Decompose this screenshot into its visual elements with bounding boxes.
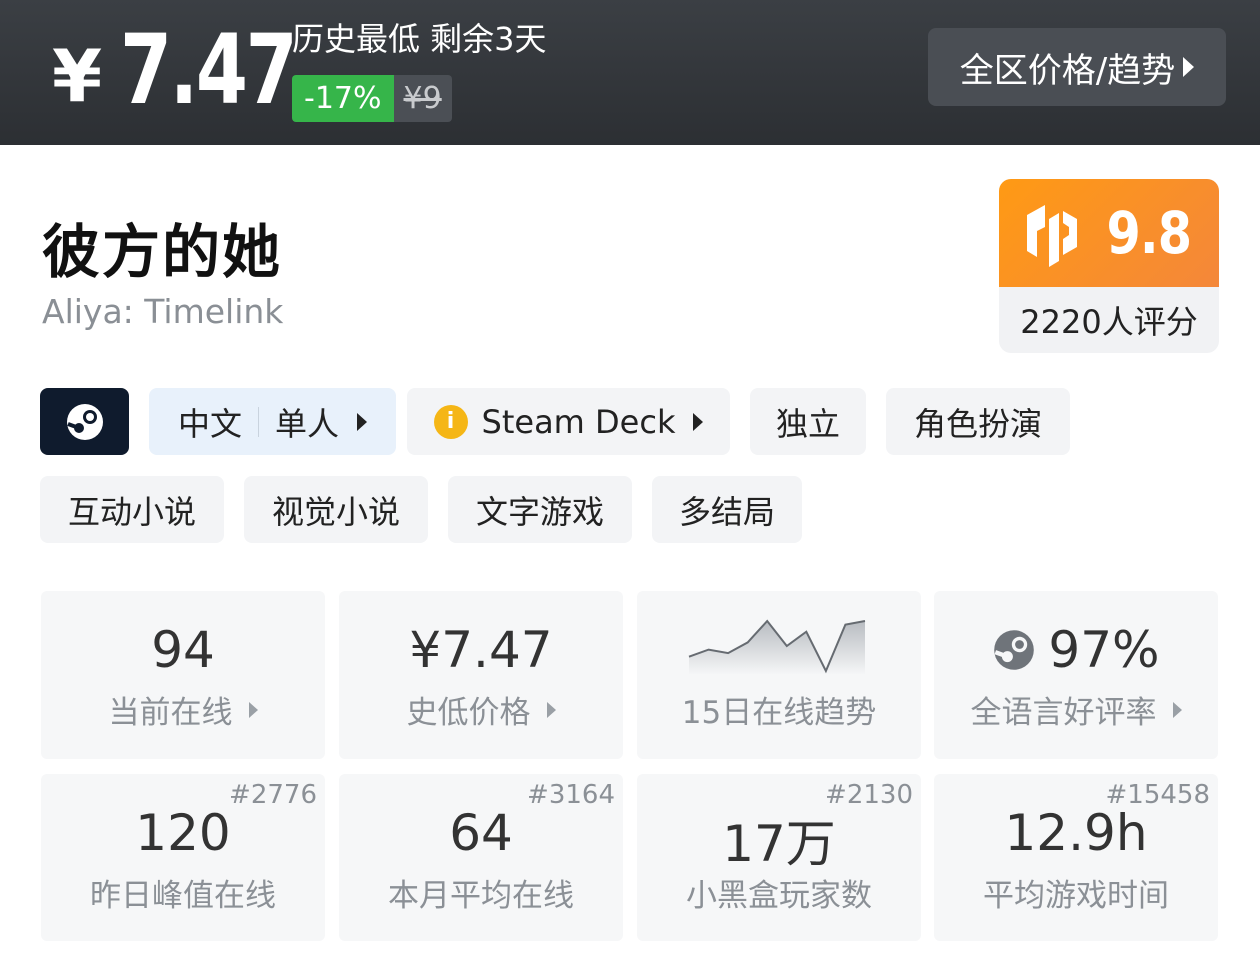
stat-peak-yesterday[interactable]: #2776 120 昨日峰值在线 [41, 774, 325, 941]
language-label: 中文 [177, 404, 242, 443]
game-subtitle: Aliya: Timelink [42, 292, 284, 331]
steam-deck-label: Steam Deck [481, 402, 676, 441]
genre-tag[interactable]: 文字游戏 [448, 476, 632, 543]
stat-label: 本月平均在线 [388, 878, 574, 914]
original-price: ¥9 [393, 75, 452, 122]
stat-label-text: 全语言好评率 [970, 695, 1157, 731]
score-header: 9.8 [999, 179, 1219, 287]
stat-value: ¥7.47 [409, 621, 553, 679]
genre-tag[interactable]: 独立 [750, 388, 866, 455]
genre-tag[interactable]: 视觉小说 [244, 476, 428, 543]
stat-players[interactable]: #2130 17万 小黑盒玩家数 [637, 774, 921, 941]
steam-icon [994, 630, 1035, 670]
stat-value: 97% [1048, 621, 1160, 679]
score-card[interactable]: 9.8 2220人评分 [999, 179, 1219, 353]
divider [258, 406, 259, 437]
language-mode-tag[interactable]: 中文 单人 [149, 388, 396, 455]
arrow-right-icon [357, 412, 368, 431]
stat-current-online[interactable]: 94 当前在线 [41, 591, 325, 759]
stat-label-text: 史低价格 [406, 695, 531, 731]
stat-lowest-price[interactable]: ¥7.47 史低价格 [339, 591, 623, 759]
heybox-logo-icon [1027, 205, 1078, 267]
stat-value: 120 [135, 804, 231, 862]
stat-label: 史低价格 [339, 687, 623, 732]
stat-label: 昨日峰值在线 [90, 878, 276, 914]
steam-platform-tag[interactable] [40, 388, 129, 455]
discount-badge: -17% ¥9 [292, 75, 452, 122]
stat-online-trend[interactable]: 15日在线趋势 [637, 591, 921, 759]
price-value: 7.47 [120, 14, 298, 126]
region-price-button[interactable]: 全区价格/趋势 [928, 28, 1226, 106]
stat-label: 平均游戏时间 [983, 878, 1169, 914]
stat-label-text: 当前在线 [108, 695, 233, 731]
genre-tag[interactable]: 互动小说 [40, 476, 224, 543]
price-currency: ¥ [52, 34, 103, 118]
genre-tag[interactable]: 角色扮演 [886, 388, 1070, 455]
stat-value: 12.9h [1004, 804, 1148, 862]
steam-icon [66, 403, 103, 440]
rating-count: 2220人评分 [1020, 303, 1198, 341]
steam-deck-tag[interactable]: i Steam Deck [407, 388, 730, 455]
stat-monthly-avg[interactable]: #3164 64 本月平均在线 [339, 774, 623, 941]
arrow-right-icon [1172, 701, 1182, 718]
discount-percent: -17% [292, 75, 394, 122]
stat-positive-rate[interactable]: 97% 全语言好评率 [934, 591, 1218, 759]
stat-value: 17万 [722, 815, 836, 873]
stat-value: 64 [449, 804, 513, 862]
game-title: 彼方的她 [42, 218, 283, 286]
trend-area [689, 621, 865, 675]
price-header: ¥ 7.47 历史最低 剩余3天 -17% ¥9 全区价格/趋势 [0, 0, 1260, 145]
info-icon: i [433, 404, 468, 439]
stat-label: 15日在线趋势 [681, 695, 877, 731]
stat-avg-playtime[interactable]: #15458 12.9h 平均游戏时间 [934, 774, 1218, 941]
stat-label: 当前在线 [41, 687, 325, 732]
stat-value-wrap: 97% [934, 621, 1218, 679]
arrow-right-icon [248, 701, 258, 718]
stat-value: 94 [151, 621, 215, 679]
region-price-label: 全区价格/趋势 [959, 50, 1176, 91]
genre-tag[interactable]: 多结局 [652, 476, 802, 543]
trend-sparkline [688, 619, 866, 675]
arrow-right-icon [693, 412, 704, 431]
score-value: 9.8 [1106, 199, 1193, 267]
mode-label: 单人 [275, 404, 340, 443]
arrow-right-icon [1183, 57, 1195, 77]
arrow-right-icon [546, 701, 556, 718]
stat-label: 小黑盒玩家数 [686, 878, 872, 914]
lowest-price-label: 历史最低 剩余3天 [292, 20, 547, 58]
stat-label: 全语言好评率 [934, 687, 1218, 732]
